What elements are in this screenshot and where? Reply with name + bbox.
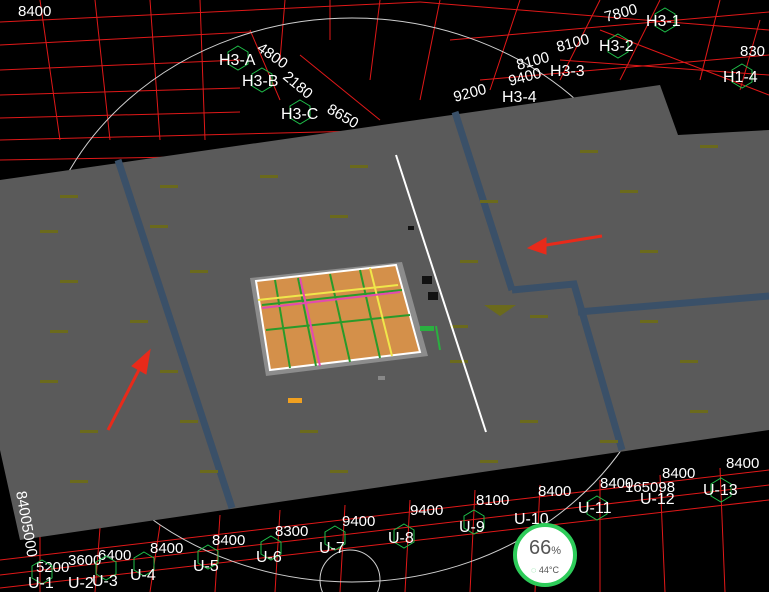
svg-text:U-9: U-9 — [459, 519, 485, 536]
svg-text:U-8: U-8 — [388, 530, 414, 547]
svg-text:8650: 8650 — [324, 101, 361, 132]
percent-unit: % — [551, 545, 562, 557]
svg-text:U-12: U-12 — [640, 491, 675, 508]
svg-text:8400: 8400 — [18, 3, 51, 20]
svg-text:U-3: U-3 — [92, 573, 118, 590]
cpu-percent: 66% — [517, 537, 573, 560]
temperature-readout: ◌ 44°C — [517, 565, 573, 575]
svg-text:5200: 5200 — [36, 559, 69, 576]
svg-text:U-1: U-1 — [28, 575, 54, 592]
svg-text:U-6: U-6 — [256, 549, 282, 566]
svg-text:H3-1: H3-1 — [646, 13, 681, 30]
svg-text:9400: 9400 — [507, 65, 544, 90]
svg-text:U-2: U-2 — [68, 575, 94, 592]
percent-value: 66 — [528, 537, 552, 559]
top-axis-bubbles: H3-1 H3-2 H3-3 H3-4 H3-A H3-B H3-C H1-4 — [219, 7, 758, 125]
svg-text:U-5: U-5 — [193, 558, 219, 575]
svg-text:H3-A: H3-A — [219, 52, 256, 69]
bim-3d-viewport[interactable]: 8400 7800 4800 8100 8100 9200 9400 8650 … — [0, 0, 769, 592]
model-canvas[interactable]: 8400 7800 4800 8100 8100 9200 9400 8650 … — [0, 0, 769, 592]
svg-text:U-4: U-4 — [130, 567, 156, 584]
svg-text:H3-C: H3-C — [281, 106, 318, 123]
svg-text:H3-4: H3-4 — [502, 89, 537, 106]
svg-text:8400: 8400 — [538, 483, 571, 500]
svg-text:H1-4: H1-4 — [723, 69, 758, 86]
svg-text:830: 830 — [740, 43, 765, 60]
svg-text:2180: 2180 — [279, 68, 315, 102]
svg-text:U-7: U-7 — [319, 540, 345, 557]
svg-text:H3-3: H3-3 — [550, 63, 585, 80]
svg-text:9200: 9200 — [452, 81, 489, 106]
thermometer-icon: ◌ — [531, 565, 537, 575]
svg-text:H3-2: H3-2 — [599, 38, 634, 55]
temperature-value: 44°C — [538, 565, 559, 575]
svg-text:8400: 8400 — [726, 455, 759, 472]
svg-text:7800: 7800 — [603, 1, 640, 26]
svg-text:8400: 8400 — [150, 540, 183, 557]
svg-text:9400: 9400 — [342, 513, 375, 530]
svg-text:9400: 9400 — [410, 502, 443, 519]
svg-text:8100: 8100 — [555, 31, 592, 56]
svg-text:H3-B: H3-B — [242, 73, 278, 90]
performance-widget[interactable]: 66% ◌ 44°C — [513, 523, 577, 587]
svg-text:U-11: U-11 — [578, 500, 612, 517]
slab-opening[interactable] — [250, 262, 428, 376]
svg-text:4800: 4800 — [254, 39, 291, 72]
svg-text:8400: 8400 — [212, 532, 245, 549]
svg-text:8300: 8300 — [275, 523, 308, 540]
svg-text:8100: 8100 — [476, 492, 509, 509]
svg-text:U-13: U-13 — [703, 482, 738, 499]
